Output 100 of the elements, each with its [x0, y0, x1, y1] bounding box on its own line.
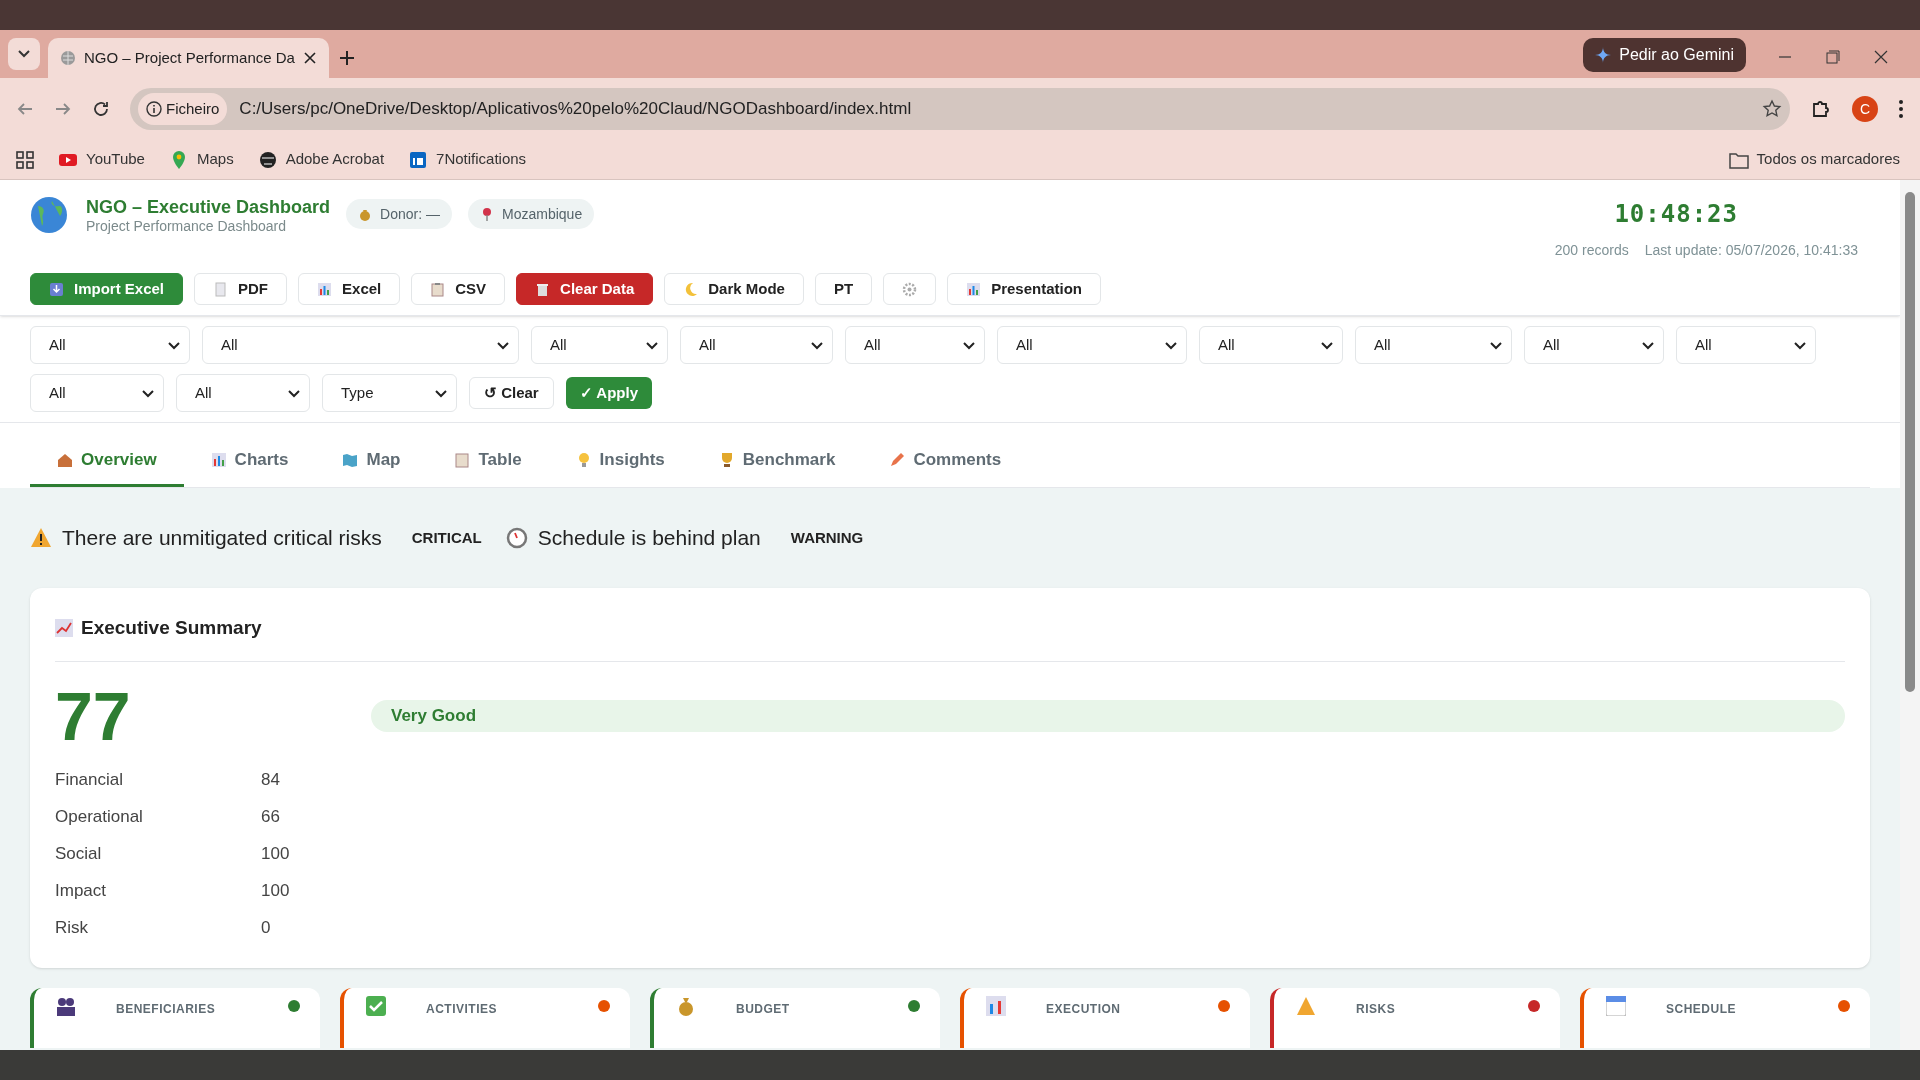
- download-icon: [49, 281, 64, 297]
- records-count: 200 records: [1554, 241, 1629, 260]
- stopwatch-icon: [505, 527, 528, 549]
- clock-text: 10:48:23: [1614, 199, 1738, 230]
- import-excel-button[interactable]: Import Excel: [30, 273, 184, 305]
- metric-value: 100: [261, 880, 290, 903]
- clipboard-icon: [454, 451, 471, 468]
- money-bag-icon: [358, 207, 373, 221]
- filter-dropdown[interactable]: All: [531, 326, 668, 364]
- info-icon: [146, 101, 162, 117]
- nav-tab[interactable]: Charts: [183, 435, 316, 487]
- bookmark-link[interactable]: 7Notifications: [408, 148, 527, 171]
- bar-chart-icon: [317, 281, 333, 297]
- restore-icon[interactable]: [1826, 50, 1840, 64]
- nav-tab[interactable]: Insights: [548, 435, 692, 487]
- profile-avatar[interactable]: C: [1852, 96, 1878, 122]
- filter-dropdown[interactable]: All: [202, 326, 519, 364]
- pdf-button[interactable]: PDF: [194, 273, 288, 305]
- globe-icon: [257, 149, 278, 170]
- filter-dropdown[interactable]: All: [845, 326, 985, 364]
- kpi-label: EXECUTION: [1046, 1001, 1121, 1018]
- score-value: 77: [55, 676, 132, 756]
- pin-icon: [480, 207, 494, 221]
- reload-icon[interactable]: [92, 100, 110, 118]
- filter-dropdown[interactable]: All: [680, 326, 833, 364]
- filter-dropdown[interactable]: All: [997, 326, 1187, 364]
- site-info-chip[interactable]: Ficheiro: [138, 93, 228, 125]
- line-chart-icon: [55, 619, 73, 638]
- filter-dropdown[interactable]: All: [1524, 326, 1664, 364]
- pencil-icon: [889, 451, 906, 468]
- filter-dropdown[interactable]: All: [1355, 326, 1512, 364]
- money-bag-icon: [676, 996, 696, 1016]
- dark-mode-button[interactable]: Dark Mode: [664, 273, 804, 305]
- browser-tab[interactable]: NGO – Project Performance Da: [48, 38, 329, 78]
- filter-dropdown[interactable]: All: [1199, 326, 1343, 364]
- tab-list-icon[interactable]: [8, 38, 40, 70]
- metric-value: 0: [261, 917, 271, 940]
- url-text[interactable]: C:/Users/pc/OneDrive/Desktop/Aplicativos%20pelo%20Claud/NGODashboard/index.html: [239, 96, 1750, 122]
- bookmark-link[interactable]: YouTube: [58, 148, 145, 171]
- tab-title: NGO – Project Performance Da: [84, 47, 295, 68]
- address-bar[interactable]: Ficheiro C:/Users/pc/OneDrive/Desktop/Aplicativos%20pelo%20Claud/NGODashboard/index.html: [130, 88, 1790, 130]
- info-chip: Donor: —: [346, 199, 452, 229]
- moon-icon: [683, 281, 699, 297]
- bar-chart-icon: [986, 996, 1006, 1016]
- kpi-label: ACTIVITIES: [426, 1001, 497, 1018]
- nav-tab[interactable]: Table: [427, 435, 549, 487]
- square-logo-icon: [408, 149, 429, 170]
- map-icon: [342, 451, 359, 468]
- metric-label: Risk: [55, 917, 90, 940]
- check-box-icon: [366, 996, 386, 1016]
- people-icon: [56, 996, 76, 1016]
- clear-filters-button[interactable]: ↺ Clear: [469, 377, 554, 409]
- filter-dropdown[interactable]: Type: [322, 374, 457, 412]
- dashboard-subtitle: Project Performance Dashboard: [86, 218, 287, 234]
- scrollbar[interactable]: [1900, 180, 1920, 1050]
- metric-value: 66: [261, 806, 280, 829]
- filter-dropdown[interactable]: All: [30, 374, 164, 412]
- metric-label: Operational: [55, 806, 144, 829]
- presentation-button[interactable]: Presentation: [947, 273, 1101, 305]
- metric-value: 100: [261, 843, 290, 866]
- dashboard-title: NGO – Executive Dashboard: [86, 196, 331, 218]
- kpi-label: RISKS: [1356, 1001, 1396, 1018]
- severity-label: CRITICAL: [411, 527, 482, 548]
- language-button[interactable]: PT: [814, 273, 873, 305]
- apply-filters-button[interactable]: ✓ Apply: [565, 377, 652, 409]
- bookmark-link[interactable]: Maps: [168, 148, 234, 171]
- clipboard-icon: [430, 281, 446, 297]
- clear-data-button[interactable]: Clear Data: [516, 273, 654, 305]
- csv-button[interactable]: CSV: [411, 273, 506, 305]
- apps-grid-icon[interactable]: [16, 150, 34, 169]
- extensions-icon[interactable]: [1810, 98, 1832, 120]
- warning-icon: [30, 527, 52, 549]
- nav-tab[interactable]: Map: [315, 435, 428, 487]
- info-chip: Mozambique: [468, 199, 595, 229]
- house-icon: [57, 451, 73, 468]
- kpi-label: BUDGET: [736, 1001, 790, 1018]
- close-icon[interactable]: [302, 51, 317, 65]
- gemini-button[interactable]: Pedir ao Gemini: [1583, 38, 1746, 72]
- document-icon: [213, 281, 229, 297]
- filter-dropdown[interactable]: All: [176, 374, 310, 412]
- severity-label: WARNING: [790, 527, 864, 548]
- all-bookmarks-link[interactable]: Todos os marcadores: [1728, 148, 1900, 171]
- filter-dropdown[interactable]: All: [1676, 326, 1816, 364]
- star-icon[interactable]: [1762, 99, 1782, 119]
- excel-button[interactable]: Excel: [298, 273, 401, 305]
- warning-icon: [1296, 996, 1316, 1016]
- kpi-label: SCHEDULE: [1666, 1001, 1736, 1018]
- filter-dropdown[interactable]: All: [30, 326, 190, 364]
- alert-text: There are unmitigated critical risks: [62, 525, 382, 552]
- metric-label: Impact: [55, 880, 108, 903]
- calendar-icon: [1606, 996, 1626, 1016]
- nav-tab[interactable]: Comments: [862, 435, 1029, 487]
- bookmark-link[interactable]: Adobe Acrobat: [257, 148, 385, 171]
- bar-chart-icon: [966, 281, 982, 297]
- close-icon[interactable]: [1874, 50, 1888, 64]
- nav-tab[interactable]: Benchmark: [691, 435, 863, 487]
- more-icon[interactable]: [1898, 99, 1904, 119]
- trash-icon: [535, 281, 551, 297]
- metric-label: Social: [55, 843, 103, 866]
- rating-badge: Very Good: [371, 699, 1845, 732]
